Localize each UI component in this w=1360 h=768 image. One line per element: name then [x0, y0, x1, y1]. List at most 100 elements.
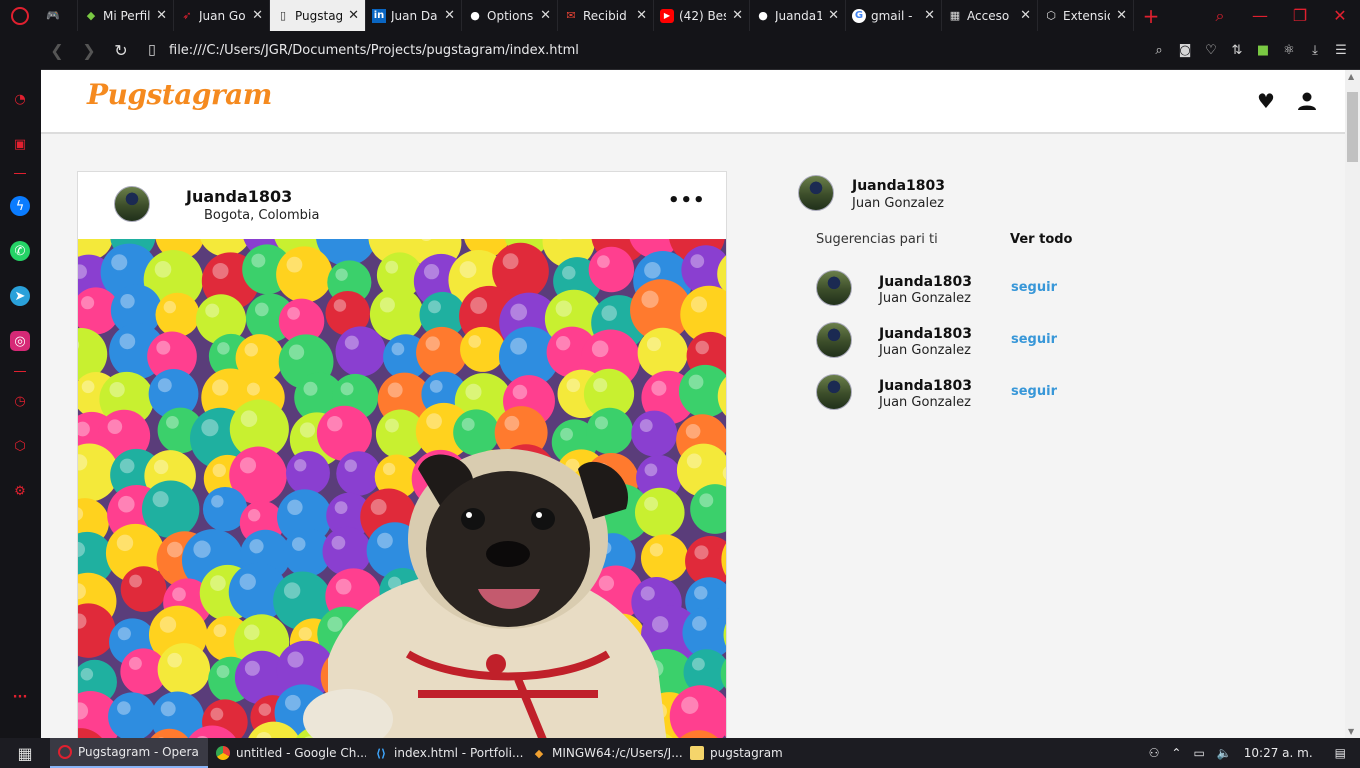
brand-logo[interactable]: Pugstagram: [87, 78, 272, 111]
scroll-thumb[interactable]: [1347, 92, 1358, 162]
github-icon: ●: [470, 9, 480, 22]
tab-extensions[interactable]: ⬡ Extensio ✕: [1038, 0, 1134, 31]
task-view-icon[interactable]: ▦: [0, 738, 50, 768]
telegram-icon[interactable]: ➤: [10, 286, 30, 306]
taskbar-item-mingw[interactable]: ◆ MINGW64:/c/Users/J...: [524, 738, 682, 768]
reload-button[interactable]: ↻: [105, 41, 137, 60]
forward-button[interactable]: ❯: [73, 41, 105, 60]
camera-icon[interactable]: ◙: [1172, 43, 1198, 58]
people-icon[interactable]: ⚇: [1149, 746, 1160, 760]
opera-sidebar: ◔ ▣ ϟ ✆ ➤ ◎ ◷ ⬡ ⚙ ···: [0, 31, 41, 738]
close-window-icon[interactable]: ✕: [1320, 6, 1360, 25]
close-icon[interactable]: ✕: [732, 8, 743, 23]
new-tab-button[interactable]: +: [1134, 4, 1168, 28]
taskbar-item-label: untitled - Google Ch...: [236, 746, 366, 760]
tab-acceso[interactable]: ▦ Acceso ✕: [942, 0, 1038, 31]
taskbar-item-chrome[interactable]: untitled - Google Ch...: [208, 738, 366, 768]
heart-icon[interactable]: ♡: [1198, 43, 1224, 58]
post-photo[interactable]: [78, 239, 726, 738]
clock[interactable]: 10:27 a. m.: [1244, 746, 1313, 760]
tab-gmail-search[interactable]: G gmail - ✕: [846, 0, 942, 31]
tab-label: Juan Go: [199, 8, 246, 23]
avatar[interactable]: [816, 270, 852, 306]
scroll-up-icon[interactable]: ▲: [1348, 72, 1354, 81]
speed-dial-icon[interactable]: ◔: [10, 89, 30, 109]
post-username[interactable]: Juanda1803: [186, 187, 292, 206]
close-icon[interactable]: ✕: [636, 8, 647, 23]
extension-cube-icon[interactable]: ■: [1250, 43, 1276, 58]
suggestion-item: Juanda1803 Juan Gonzalez seguir: [816, 270, 1116, 310]
user-icon[interactable]: [1296, 90, 1318, 112]
tab-juan-go[interactable]: ➶ Juan Go ✕: [174, 0, 270, 31]
close-icon[interactable]: ✕: [252, 8, 263, 23]
extensions-cube-icon[interactable]: ⬡: [10, 436, 30, 456]
tab-youtube[interactable]: ▶ (42) Bes ✕: [654, 0, 750, 31]
close-icon[interactable]: ✕: [540, 8, 551, 23]
close-icon[interactable]: ✕: [1116, 8, 1127, 23]
vertical-scrollbar[interactable]: ▲ ▼: [1345, 70, 1360, 738]
notifications-icon[interactable]: ▤: [1335, 746, 1346, 760]
tab-label: Pugstag: [295, 8, 343, 23]
twitch-icon[interactable]: ▣: [10, 134, 30, 154]
taskbar-item-vscode[interactable]: ⟨⟩ index.html - Portfoli...: [366, 738, 524, 768]
minimize-icon[interactable]: —: [1240, 6, 1280, 25]
heart-icon[interactable]: ♥: [1255, 89, 1277, 113]
scroll-down-icon[interactable]: ▼: [1348, 727, 1354, 736]
taskbar-item-folder[interactable]: pugstagram: [682, 738, 840, 768]
back-button[interactable]: ❮: [41, 41, 73, 60]
translate-icon[interactable]: ⇅: [1224, 43, 1250, 58]
messenger-icon[interactable]: ϟ: [10, 196, 30, 216]
volume-icon[interactable]: 🔈: [1217, 746, 1232, 760]
diamond-icon: ◆: [86, 9, 96, 22]
close-icon[interactable]: ✕: [156, 8, 167, 23]
avatar[interactable]: [816, 374, 852, 410]
opera-menu-button[interactable]: [0, 0, 40, 31]
network-icon[interactable]: ▭: [1193, 746, 1204, 760]
restore-icon[interactable]: ❐: [1280, 6, 1320, 25]
url-field[interactable]: file:///C:/Users/JGR/Documents/Projects/…: [169, 43, 579, 58]
follow-button[interactable]: seguir: [1011, 332, 1057, 347]
apps-icon: ▦: [949, 9, 961, 22]
taskbar-item-opera[interactable]: Pugstagram - Opera: [50, 738, 208, 768]
history-icon[interactable]: ◷: [10, 391, 30, 411]
profile-username[interactable]: Juanda1803: [852, 178, 945, 194]
tab-gmail-inbox[interactable]: ✉ Recibid ✕: [558, 0, 654, 31]
download-icon[interactable]: ⤓: [1302, 43, 1328, 58]
instagram-icon[interactable]: ◎: [10, 331, 30, 351]
post-card: Juanda1803 Bogota, Colombia •••: [77, 171, 727, 738]
close-icon[interactable]: ✕: [1020, 8, 1031, 23]
gamepad-icon: 🎮: [46, 9, 60, 22]
tab-gx[interactable]: 🎮: [40, 0, 78, 31]
more-dots-icon[interactable]: ···: [10, 687, 30, 707]
tab-pugstagram[interactable]: ▯ Pugstag ✕: [270, 0, 366, 31]
avatar[interactable]: [816, 322, 852, 358]
suggestion-username[interactable]: Juanda1803: [879, 274, 972, 290]
close-icon[interactable]: ✕: [348, 8, 359, 23]
sidebar-divider: [14, 371, 26, 372]
search-tabs-icon[interactable]: ⌕: [1200, 6, 1240, 26]
follow-button[interactable]: seguir: [1011, 384, 1057, 399]
suggestion-name: Juan Gonzalez: [879, 395, 971, 410]
see-all-link[interactable]: Ver todo: [1010, 232, 1073, 247]
whatsapp-icon[interactable]: ✆: [10, 241, 30, 261]
tab-mi-perfil[interactable]: ◆ Mi Perfil ✕: [78, 0, 174, 31]
chevron-up-icon[interactable]: ⌃: [1171, 746, 1181, 760]
close-icon[interactable]: ✕: [444, 8, 455, 23]
more-options-icon[interactable]: •••: [668, 190, 706, 211]
react-devtools-icon[interactable]: ⚛: [1276, 43, 1302, 58]
follow-button[interactable]: seguir: [1011, 280, 1057, 295]
search-icon[interactable]: ⌕: [1146, 43, 1172, 58]
tab-options[interactable]: ● Options ✕: [462, 0, 558, 31]
suggestion-username[interactable]: Juanda1803: [879, 326, 972, 342]
suggestion-username[interactable]: Juanda1803: [879, 378, 972, 394]
tab-github-profile[interactable]: ● Juanda1 ✕: [750, 0, 846, 31]
profile-avatar[interactable]: [798, 175, 834, 211]
avatar[interactable]: [114, 186, 150, 222]
tab-linkedin[interactable]: in Juan Da ✕: [366, 0, 462, 31]
page-viewport: Pugstagram ♥ Juanda1803 Bogota, Colombia…: [41, 70, 1360, 738]
close-icon[interactable]: ✕: [828, 8, 839, 23]
tab-label: Extensio: [1063, 8, 1111, 23]
close-icon[interactable]: ✕: [924, 8, 935, 23]
easy-setup-icon[interactable]: ☰: [1328, 43, 1354, 58]
settings-gear-icon[interactable]: ⚙: [10, 481, 30, 501]
